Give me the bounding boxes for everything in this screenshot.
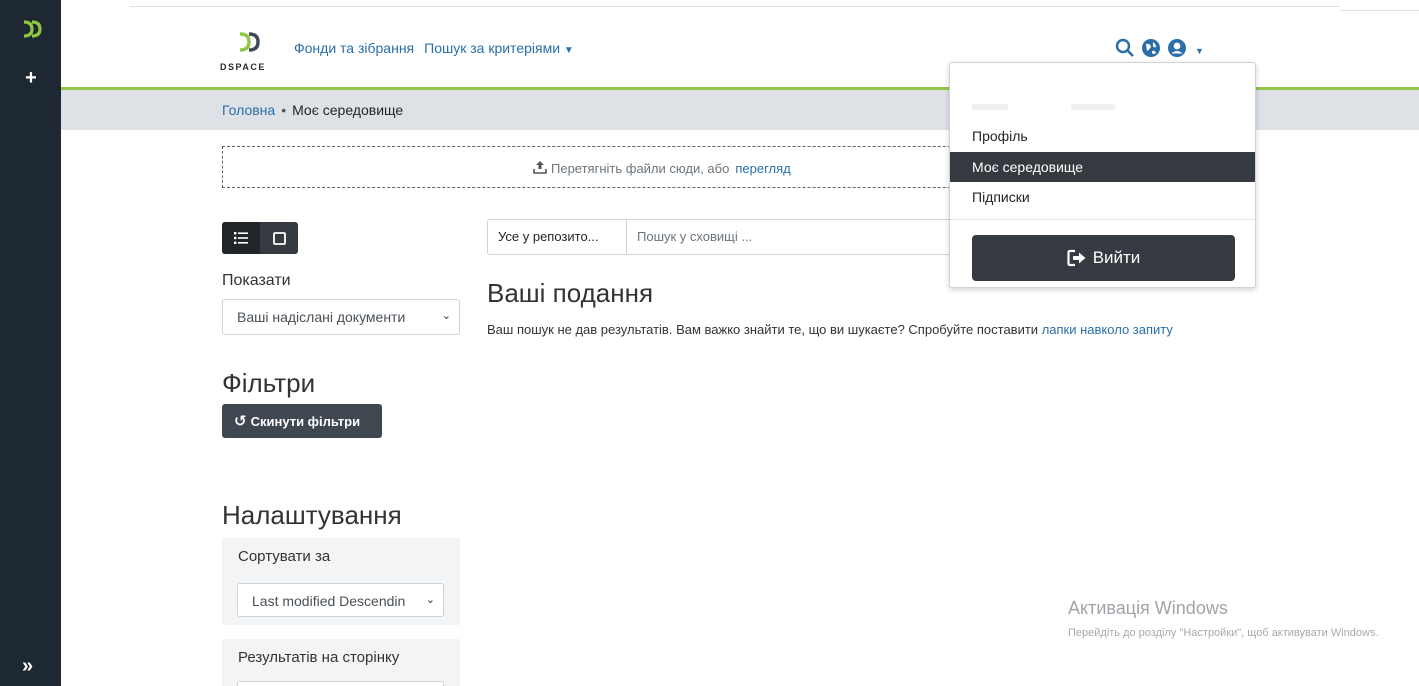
rpp-select[interactable] <box>237 681 444 686</box>
results-per-page-settings: Результатів на сторінку <box>222 639 460 686</box>
menu-item-profile[interactable]: Профіль <box>950 121 1255 151</box>
site-logo[interactable]: DSPACE <box>220 30 280 76</box>
reset-filters-label: Скинути фільтри <box>250 413 361 429</box>
logout-label: Вийти <box>1092 248 1141 267</box>
add-icon[interactable]: + <box>21 68 41 88</box>
dspace-logo-icon[interactable] <box>21 18 43 40</box>
menu-item-subscriptions[interactable]: Підписки <box>950 182 1255 212</box>
nav-advanced-search[interactable]: Пошук за критеріями ▼ <box>424 40 574 56</box>
browse-link[interactable]: перегляд <box>735 161 790 176</box>
rpp-label: Результатів на сторінку <box>238 649 400 666</box>
list-view-button[interactable] <box>222 222 260 254</box>
menu-item-mydspace[interactable]: Моє середовище <box>950 152 1255 182</box>
sort-label: Сортувати за <box>238 548 331 565</box>
reset-filters-button[interactable]: ↺ Скинути фільтри <box>222 404 382 438</box>
nav-communities-collections[interactable]: Фонди та зібрання <box>294 40 414 56</box>
breadcrumb-home-link[interactable]: Головна <box>222 102 275 118</box>
sort-value: Last modified Descendin <box>252 593 406 609</box>
search-scope-button[interactable]: Усе у репозито... <box>487 219 627 255</box>
configuration-value: Ваші надіслані документи <box>237 309 406 325</box>
dspace-logo-icon <box>239 32 260 52</box>
caret-down-icon[interactable]: ▼ <box>1195 46 1204 56</box>
view-mode-toggle <box>222 222 298 254</box>
grid-view-button[interactable] <box>260 222 298 254</box>
logo-text: DSPACE <box>220 62 266 72</box>
breadcrumb-separator: • <box>281 102 287 118</box>
windows-activation-title: Активація Windows <box>1068 598 1228 618</box>
results-title: Ваші подання <box>487 278 654 308</box>
globe-icon[interactable] <box>1141 38 1161 63</box>
user-icon[interactable] <box>1167 38 1189 63</box>
dropzone-text: Перетягніть файли сюди, або перегляд <box>533 160 791 177</box>
upload-icon <box>533 160 547 177</box>
browser-strip <box>130 0 1340 7</box>
logout-button[interactable]: Вийти <box>972 235 1235 281</box>
results-message: Ваш пошук не дав результатів. Вам важко … <box>487 320 1267 340</box>
chevron-down-icon: ⌄ <box>441 310 451 322</box>
breadcrumb-trail: Головна • Моє середовище <box>222 102 403 118</box>
main-nav: Фонди та зібрання Пошук за критеріями ▼ <box>294 40 574 56</box>
sign-out-icon <box>1067 249 1086 267</box>
nav-advanced-search-label: Пошук за критеріями <box>424 40 561 56</box>
caret-down-icon: ▼ <box>563 45 574 56</box>
chevron-down-icon: ⌄ <box>425 594 435 606</box>
menu-divider <box>950 219 1255 220</box>
breadcrumb-current: Моє середовище <box>292 102 404 118</box>
admin-sidebar: + » <box>0 0 61 686</box>
sort-settings: Сортувати за Last modified Descendin ⌄ <box>222 538 460 625</box>
results-message-text: Ваш пошук не дав результатів. Вам важко … <box>487 322 1039 337</box>
windows-activation-subtitle: Перейдіть до розділу "Настройки", щоб ак… <box>1068 627 1379 639</box>
page: + » DSPACE Фонди та зібрання Пошук за кр… <box>0 0 1419 686</box>
show-label: Показати <box>222 272 291 289</box>
square-icon <box>272 231 286 245</box>
user-name-blurred <box>972 99 1116 113</box>
list-icon <box>234 232 248 244</box>
quotes-link[interactable]: лапки навколо запиту <box>1042 322 1173 337</box>
filters-heading: Фільтри <box>222 368 316 398</box>
dropzone-label: Перетягніть файли сюди, або <box>551 161 730 176</box>
configuration-select[interactable]: Ваші надіслані документи ⌄ <box>222 299 460 335</box>
expand-sidebar-icon[interactable]: » <box>22 656 33 676</box>
sort-select[interactable]: Last modified Descendin ⌄ <box>237 583 444 617</box>
settings-heading: Налаштування <box>222 500 402 530</box>
header-icons: ▼ <box>1115 38 1204 63</box>
divider <box>1340 10 1419 11</box>
undo-icon: ↺ <box>234 413 247 430</box>
search-icon[interactable] <box>1115 38 1135 63</box>
user-menu-dropdown: Профіль Моє середовище Підписки Вийти <box>949 62 1256 288</box>
